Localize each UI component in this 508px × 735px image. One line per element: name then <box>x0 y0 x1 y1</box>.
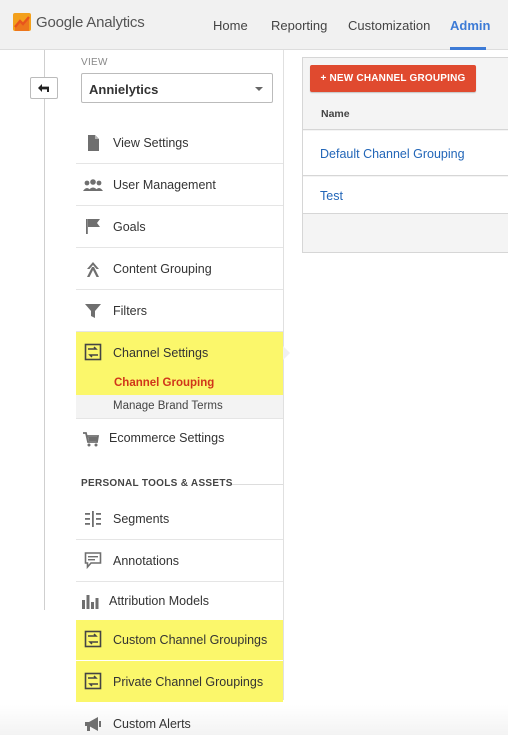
selection-pointer <box>283 346 290 360</box>
table-row: Default Channel Grouping <box>303 131 508 176</box>
nav-customization[interactable]: Customization <box>348 18 430 33</box>
menu-item-label: Segments <box>113 512 170 526</box>
menu-item-custom-channel-groupings[interactable]: Custom Channel Groupings <box>76 620 283 660</box>
rail-line <box>44 50 45 610</box>
menu-item-content-grouping[interactable]: Content Grouping <box>76 248 283 290</box>
flag-icon <box>86 219 100 234</box>
channel-icon <box>84 630 102 648</box>
menu-item-label: View Settings <box>113 136 189 150</box>
menu-item-user-management[interactable]: User Management <box>76 164 283 206</box>
table-header: Name <box>303 99 508 130</box>
megaphone-icon <box>85 717 101 731</box>
menu-item-label: Private Channel Groupings <box>113 675 264 689</box>
menu-item-custom-alerts[interactable]: Custom Alerts <box>76 707 283 735</box>
menu-item-label: Attribution Models <box>109 594 210 608</box>
nav-admin[interactable]: Admin <box>450 18 490 33</box>
new-channel-grouping-label: + NEW CHANNEL GROUPING <box>320 73 466 84</box>
section-divider <box>232 484 283 485</box>
table-row: Test <box>303 177 508 214</box>
menu-item-goals[interactable]: Goals <box>76 206 283 248</box>
menu-item-segments[interactable]: Segments <box>76 498 283 540</box>
column-divider <box>283 50 284 700</box>
menu-item-attribution-models[interactable]: Attribution Models <box>76 582 283 620</box>
channel-icon <box>84 672 102 690</box>
submenu-label: Manage Brand Terms <box>113 400 223 412</box>
filter-icon <box>85 304 101 318</box>
segments-icon <box>85 511 101 527</box>
menu-item-label: Custom Channel Groupings <box>113 633 268 647</box>
menu-item-filters[interactable]: Filters <box>76 290 283 332</box>
menu-item-annotations[interactable]: Annotations <box>76 540 283 582</box>
menu-item-label: Content Grouping <box>113 262 212 276</box>
channel-grouping-link[interactable]: Test <box>320 189 343 203</box>
menu-item-ecommerce-settings[interactable]: Ecommerce Settings <box>76 419 283 459</box>
new-channel-grouping-button[interactable]: + NEW CHANNEL GROUPING <box>310 65 476 92</box>
app-title: Google Analytics <box>36 13 145 31</box>
menu-item-view-settings[interactable]: View Settings <box>76 122 283 164</box>
users-icon <box>83 179 103 191</box>
document-icon <box>88 135 99 151</box>
menu-item-label: Channel Settings <box>113 346 209 360</box>
menu-item-channel-settings[interactable]: Channel Settings <box>76 332 283 374</box>
view-dropdown[interactable]: Annielytics <box>81 73 273 103</box>
menu-item-label: Custom Alerts <box>113 717 191 731</box>
top-header: Google Analytics Home Reporting Customiz… <box>0 0 508 50</box>
analytics-logo-icon <box>13 13 31 31</box>
view-label: VIEW <box>81 57 108 68</box>
bar-chart-icon <box>82 595 99 609</box>
back-arrow-icon <box>38 84 49 92</box>
menu-item-label: Goals <box>113 220 146 234</box>
back-button[interactable] <box>30 77 58 99</box>
active-tab-underline <box>450 47 486 50</box>
cart-icon <box>83 432 100 447</box>
google-analytics-logo[interactable]: Google Analytics <box>13 13 145 31</box>
menu-item-label: Filters <box>113 304 148 318</box>
channel-grouping-link[interactable]: Default Channel Grouping <box>320 147 465 161</box>
chevron-down-icon <box>255 87 263 91</box>
content-grouping-icon <box>87 262 99 277</box>
section-heading-personal-tools: PERSONAL TOOLS & ASSETS <box>81 478 233 489</box>
view-dropdown-value: Annielytics <box>89 82 159 97</box>
menu-item-private-channel-groupings[interactable]: Private Channel Groupings <box>76 661 283 702</box>
column-header-name: Name <box>321 108 350 120</box>
submenu-manage-brand-terms[interactable]: Manage Brand Terms <box>76 395 283 419</box>
channel-icon <box>84 343 102 361</box>
menu-item-label: User Management <box>113 178 216 192</box>
menu-item-label: Annotations <box>113 554 180 568</box>
nav-home[interactable]: Home <box>213 18 248 33</box>
nav-reporting[interactable]: Reporting <box>271 18 327 33</box>
submenu-channel-grouping[interactable]: Channel Grouping <box>114 377 214 389</box>
annotation-icon <box>84 552 102 569</box>
menu-item-label: Ecommerce Settings <box>109 431 225 445</box>
